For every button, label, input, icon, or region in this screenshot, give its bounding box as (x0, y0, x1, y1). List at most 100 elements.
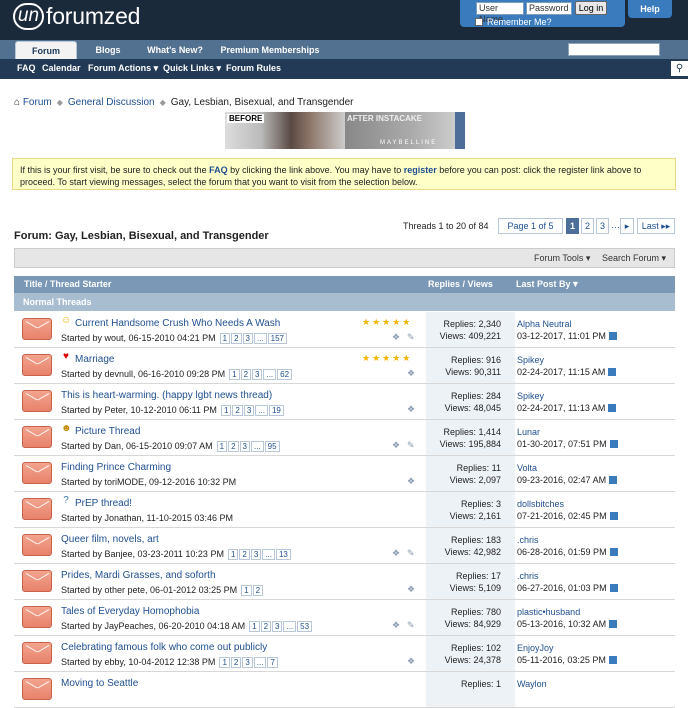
thread-page-link[interactable]: 1 (219, 333, 231, 344)
forum-tools-menu[interactable]: Forum Tools ▾ (534, 253, 590, 264)
site-logo[interactable]: un forumzed (13, 3, 140, 33)
thread-page-link[interactable]: 7 (267, 657, 278, 668)
tab-forum[interactable]: Forum (15, 41, 77, 59)
thread-page-link[interactable]: ... (263, 369, 277, 380)
last-post-user[interactable]: Alpha Neutral (517, 319, 572, 329)
thread-page-link[interactable]: ... (250, 441, 264, 452)
thread-page-link[interactable]: 2 (230, 657, 242, 668)
breadcrumb-general[interactable]: General Discussion (68, 97, 155, 108)
go-to-last-post-icon[interactable] (609, 476, 618, 484)
page-of-dropdown[interactable]: Page 1 of 5 (498, 218, 563, 234)
tab-premium[interactable]: Premium Memberships (214, 41, 326, 59)
login-button[interactable]: Log in (575, 1, 607, 15)
thread-row[interactable]: Queer film, novels, art Started by Banjee… (14, 528, 675, 564)
go-to-last-post-icon[interactable] (609, 440, 618, 448)
thread-page-link[interactable]: ... (283, 621, 297, 632)
thread-row[interactable]: Tales of Everyday Homophobia Started by J… (14, 600, 675, 636)
sort-desc-icon[interactable]: ▼ (571, 279, 580, 289)
thread-page-link[interactable]: 1 (220, 405, 232, 416)
page-3[interactable]: 3 (596, 218, 609, 234)
help-button[interactable]: Help (628, 0, 672, 18)
subnav-quick-links[interactable]: Quick Links ▾ (163, 59, 221, 78)
thread-title-link[interactable]: Prides, Mardi Grasses, and soforth (61, 570, 216, 581)
thread-page-link[interactable]: 2 (240, 369, 252, 380)
thread-row[interactable]: Moving to Seattle Replies: 1 Waylon (14, 672, 675, 708)
go-to-last-post-icon[interactable] (609, 620, 618, 628)
col-title[interactable]: Title / Thread Starter (24, 279, 111, 289)
last-post-user[interactable]: Lunar (517, 427, 540, 437)
home-icon[interactable]: ⌂ (14, 97, 20, 108)
go-to-last-post-icon[interactable] (609, 512, 618, 520)
page-1[interactable]: 1 (566, 218, 579, 234)
thread-page-link[interactable]: ... (253, 333, 267, 344)
remember-checkbox[interactable] (475, 18, 483, 26)
faq-link[interactable]: FAQ (209, 165, 228, 175)
thread-page-link[interactable]: 157 (267, 333, 287, 344)
page-2[interactable]: 2 (581, 218, 594, 234)
remember-me[interactable]: Remember Me? (475, 17, 552, 27)
thread-page-link[interactable]: 3 (242, 657, 253, 668)
search-icon[interactable]: ⚲ (671, 61, 688, 76)
register-link[interactable]: register (404, 165, 437, 175)
go-to-last-post-icon[interactable] (608, 656, 617, 664)
breadcrumb-forum[interactable]: Forum (23, 97, 52, 108)
thread-title-link[interactable]: Moving to Seattle (61, 678, 138, 689)
thread-page-link[interactable]: 3 (272, 621, 283, 632)
last-post-user[interactable]: .chris (517, 571, 539, 581)
thread-page-link[interactable]: 2 (228, 441, 239, 452)
search-input[interactable] (568, 43, 660, 56)
thread-title-link[interactable]: This is heart-warming. (happy lgbt news … (61, 390, 272, 401)
thread-row[interactable]: ☻ Picture Thread Started by Dan, 06-15-201… (14, 420, 675, 456)
col-replies[interactable]: Replies / Views (428, 279, 493, 289)
thread-page-link[interactable]: 2 (260, 621, 272, 632)
thread-title-link[interactable]: PrEP thread! (75, 498, 132, 509)
thread-page-link[interactable]: ... (253, 657, 267, 668)
thread-page-link[interactable]: 19 (268, 405, 284, 416)
username-field[interactable]: User Name (476, 2, 524, 24)
thread-row[interactable]: ☺ Current Handsome Crush Who Needs A Wash… (14, 312, 675, 348)
last-post-user[interactable]: Spikey (517, 355, 544, 365)
thread-title-link[interactable]: Queer film, novels, art (61, 534, 159, 545)
thread-page-link[interactable]: ... (255, 405, 268, 416)
go-to-last-post-icon[interactable] (608, 404, 617, 412)
thread-page-link[interactable]: 2 (232, 405, 243, 416)
last-post-user[interactable]: .chris (517, 535, 539, 545)
subnav-calendar[interactable]: Calendar (42, 59, 81, 78)
thread-page-link[interactable]: 3 (252, 369, 263, 380)
thread-row[interactable]: Prides, Mardi Grasses, and soforth Starte… (14, 564, 675, 600)
thread-title-link[interactable]: Finding Prince Charming (61, 462, 171, 473)
subnav-forum-rules[interactable]: Forum Rules (226, 59, 281, 78)
last-post-user[interactable]: EnjoyJoy (517, 643, 554, 653)
thread-page-link[interactable]: 3 (239, 441, 250, 452)
last-post-user[interactable]: Volta (517, 463, 537, 473)
thread-page-link[interactable]: 3 (242, 333, 253, 344)
thread-title-link[interactable]: Celebrating famous folk who come out pub… (61, 642, 267, 653)
thread-page-link[interactable]: 2 (252, 585, 264, 596)
password-field[interactable]: Password (526, 2, 572, 15)
subnav-faq[interactable]: FAQ (17, 59, 36, 78)
thread-page-link[interactable]: 1 (219, 657, 230, 668)
thread-page-link[interactable]: 3 (250, 549, 262, 560)
thread-page-link[interactable]: 2 (239, 549, 250, 560)
thread-title-link[interactable]: Current Handsome Crush Who Needs A Wash (75, 318, 280, 329)
go-to-last-post-icon[interactable] (608, 332, 617, 340)
thread-page-link[interactable]: 1 (241, 585, 252, 596)
tab-blogs[interactable]: Blogs (82, 41, 134, 59)
last-post-user[interactable]: dollsbitches (517, 499, 564, 509)
thread-page-link[interactable]: 1 (216, 441, 228, 452)
thread-page-link[interactable]: 2 (231, 333, 242, 344)
thread-row[interactable]: ♥ Marriage Started by devnull, 06-16-2010 … (14, 348, 675, 384)
go-to-last-post-icon[interactable] (608, 368, 617, 376)
thread-page-link[interactable]: 1 (229, 369, 240, 380)
thread-page-link[interactable]: ... (262, 549, 275, 560)
search-forum-menu[interactable]: Search Forum ▾ (602, 253, 666, 264)
thread-page-link[interactable]: 95 (264, 441, 280, 452)
thread-page-link[interactable]: 13 (275, 549, 291, 560)
subnav-forum-actions[interactable]: Forum Actions ▾ (88, 59, 158, 78)
go-to-last-post-icon[interactable] (609, 548, 618, 556)
next-page-button[interactable]: ▸ (620, 218, 634, 234)
thread-row[interactable]: Finding Prince Charming Started by toriMO… (14, 456, 675, 492)
thread-row[interactable]: ? PrEP thread! Started by Jonathan, 11-10-… (14, 492, 675, 528)
thread-title-link[interactable]: Tales of Everyday Homophobia (61, 606, 199, 617)
advertisement[interactable]: BEFORE AFTER INSTACAKE MAYBELLINE (225, 112, 465, 149)
